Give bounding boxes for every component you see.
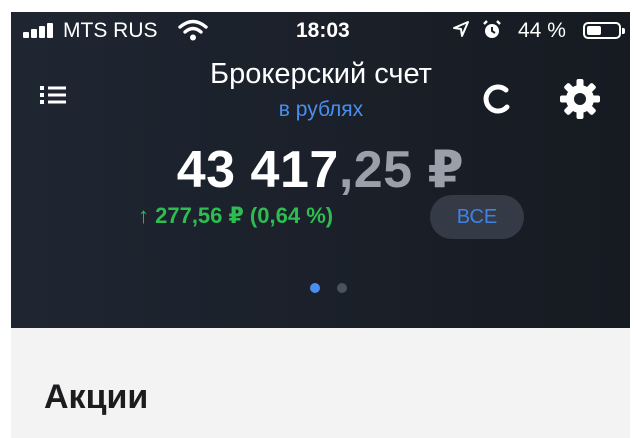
clock: 18:03 [296, 19, 350, 42]
signal-icon [23, 22, 63, 38]
battery-icon [583, 22, 625, 39]
status-bar: MTS RUS 18:03 44 % [11, 12, 630, 48]
balance-amount: 43 417,25 ₽ [11, 140, 630, 200]
menu-icon[interactable] [37, 82, 69, 108]
portfolio-content: Акции [11, 328, 630, 438]
carrier-label: MTS RUS [63, 19, 158, 42]
battery-percent: 44 % [518, 19, 566, 42]
daily-change: ↑ 277,56 ₽ (0,64 %) [138, 203, 334, 228]
section-title-stocks: Акции [44, 378, 149, 416]
app-screen: MTS RUS 18:03 44 % Брокерский счет в руб… [11, 12, 630, 438]
alarm-icon [483, 20, 501, 38]
all-button[interactable]: ВСЕ [430, 195, 524, 239]
wifi-icon [178, 19, 208, 41]
balance-decimal: ,25 ₽ [338, 141, 465, 199]
page-dot-active[interactable] [310, 283, 320, 293]
account-header: MTS RUS 18:03 44 % Брокерский счет в руб… [11, 12, 630, 328]
account-title[interactable]: Брокерский счет [161, 58, 481, 91]
gear-icon[interactable] [557, 76, 603, 122]
currency-selector[interactable]: в рублях [161, 98, 481, 122]
balance-integer: 43 417 [176, 141, 339, 199]
refresh-icon[interactable] [479, 80, 517, 118]
page-dot-inactive[interactable] [337, 283, 347, 293]
location-icon [453, 21, 469, 37]
